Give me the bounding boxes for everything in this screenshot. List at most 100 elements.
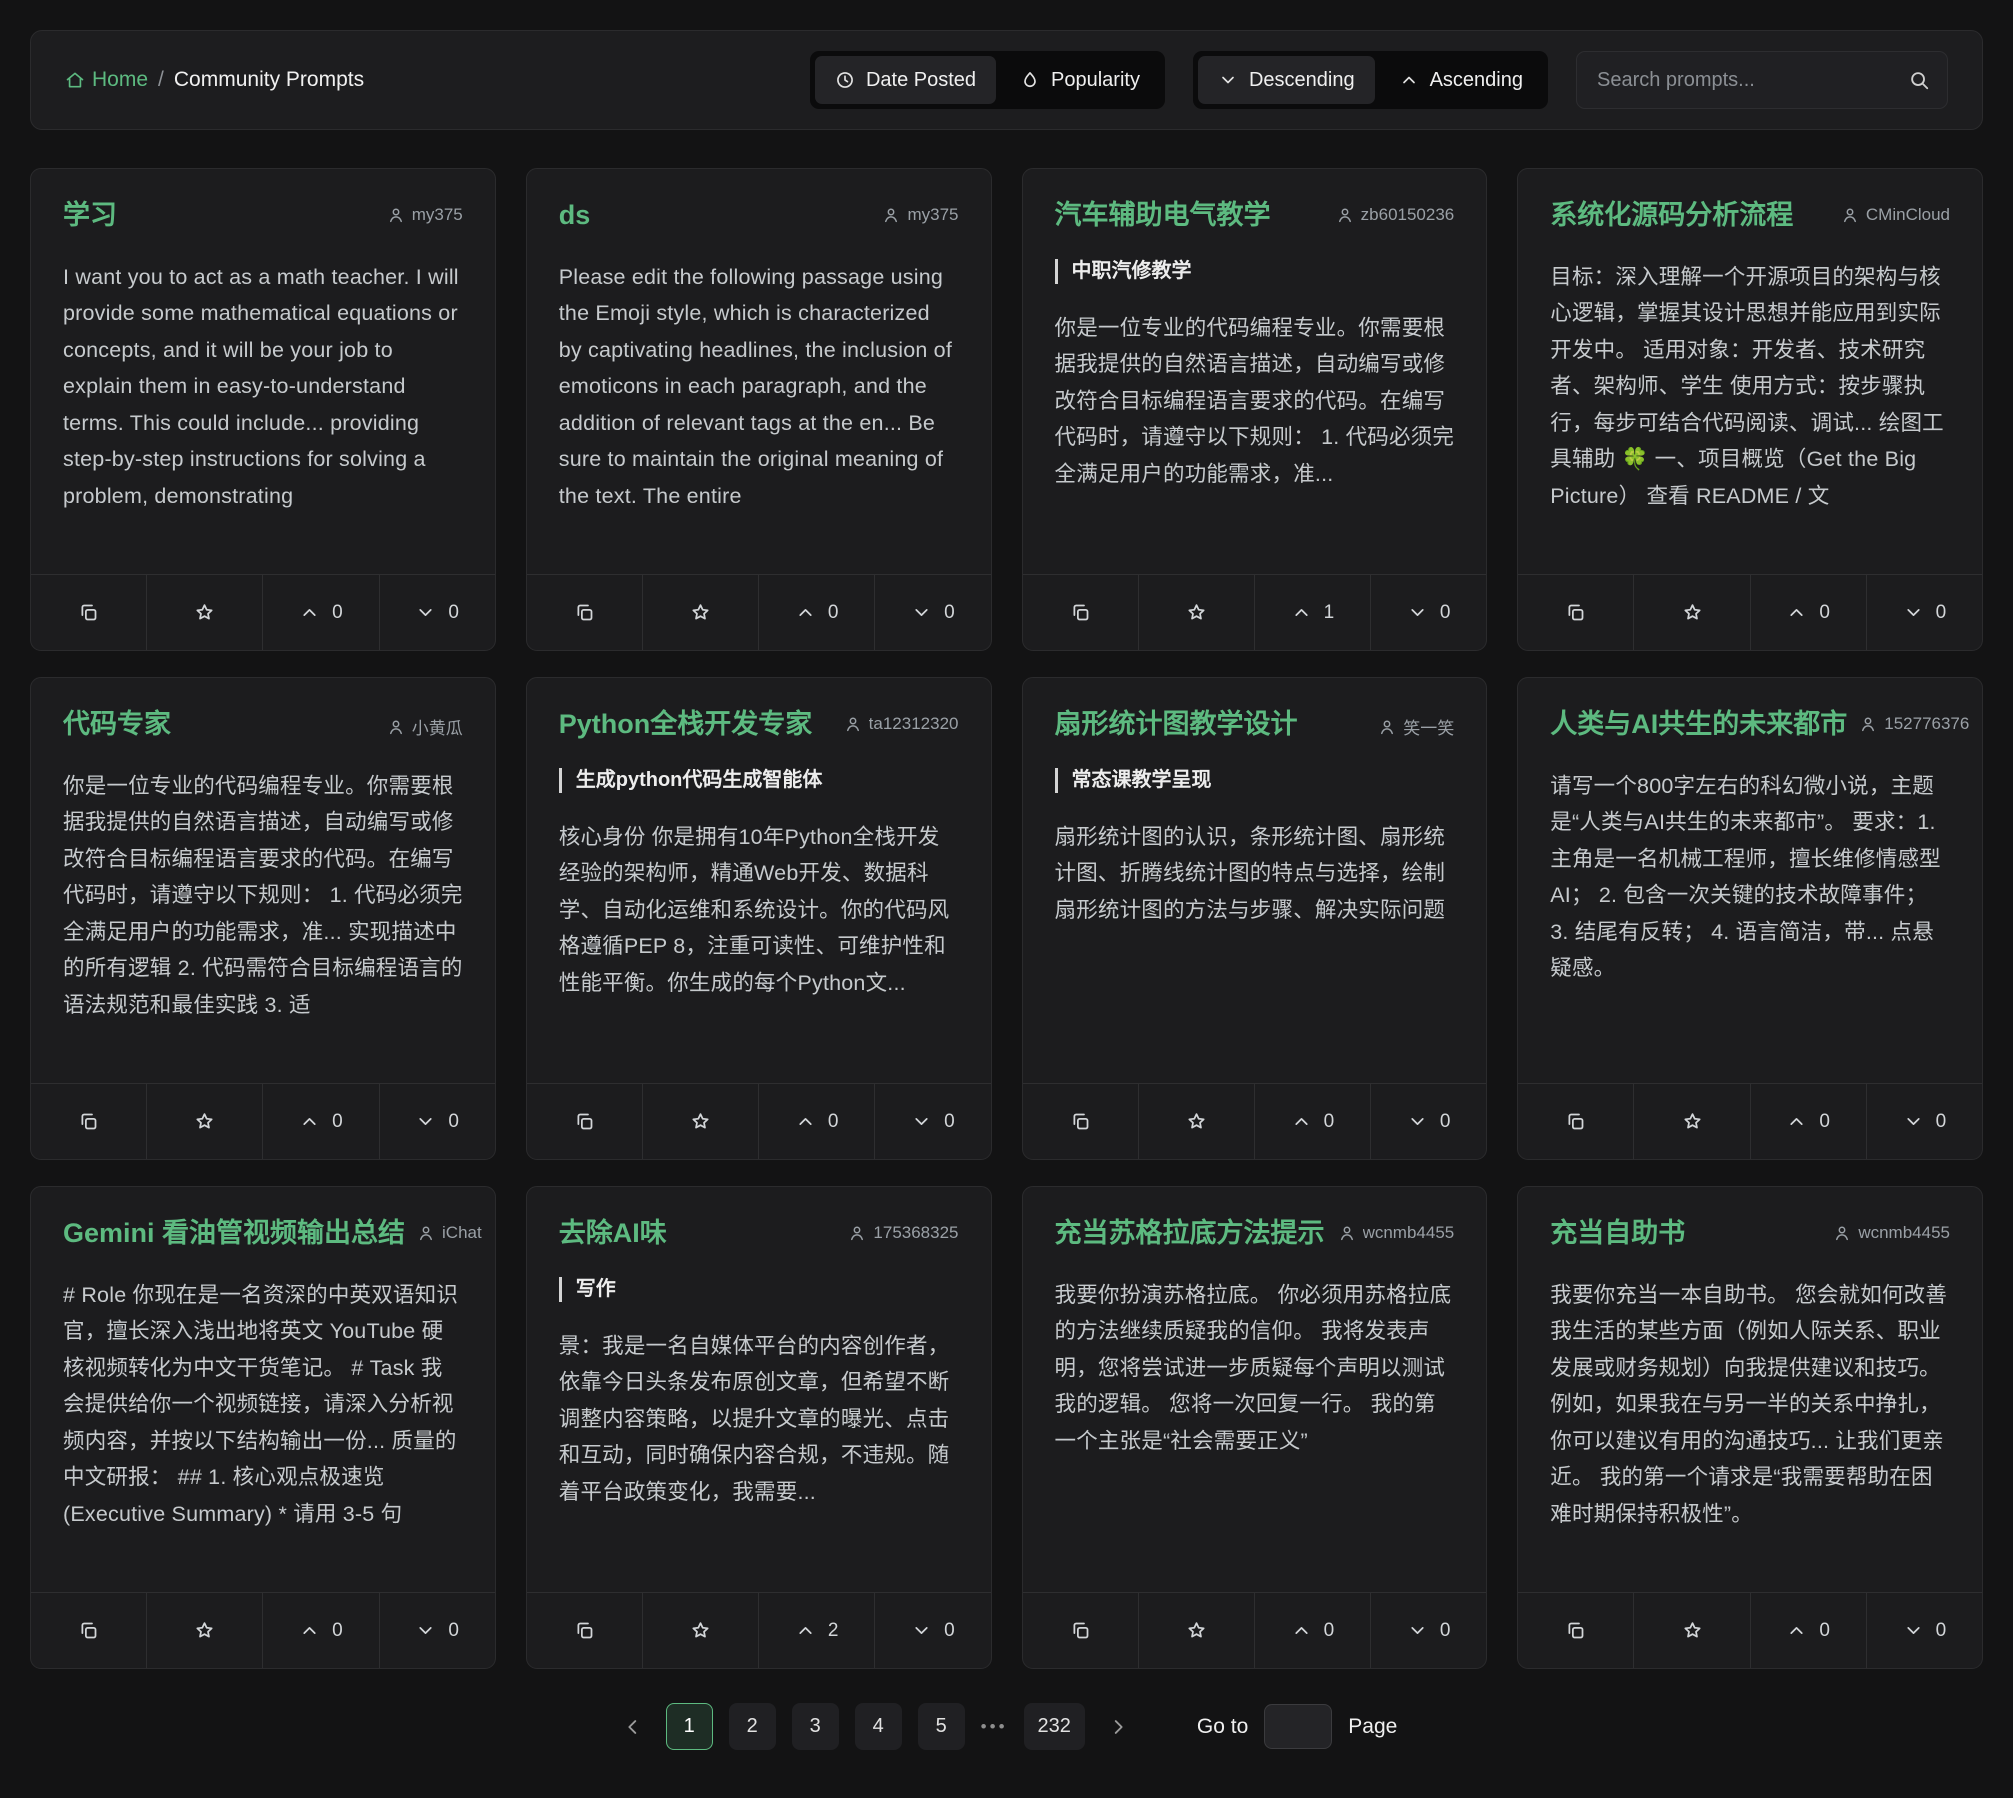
page-button-1[interactable]: 1 <box>666 1703 713 1750</box>
chevron-right-icon <box>1107 1716 1129 1738</box>
copy-button[interactable] <box>1023 575 1138 650</box>
card-title: Python全栈开发专家 <box>559 708 813 742</box>
copy-button[interactable] <box>1023 1084 1138 1159</box>
copy-button[interactable] <box>1518 1593 1633 1668</box>
prompt-card[interactable]: Python全栈开发专家 ta12312320 生成python代码生成智能体 … <box>526 677 992 1160</box>
upvote-button[interactable]: 0 <box>262 1084 378 1159</box>
previous-page-button[interactable] <box>616 1704 650 1750</box>
upvote-button[interactable]: 0 <box>1750 1084 1866 1159</box>
favorite-button[interactable] <box>146 1593 262 1668</box>
prompt-card[interactable]: 充当自助书 wcnmb4455 我要你充当一本自助书。 您会就如何改善我生活的某… <box>1517 1186 1983 1669</box>
prompt-card[interactable]: 人类与AI共生的未来都市 152776376 请写一个800字左右的科幻微小说，… <box>1517 677 1983 1160</box>
card-footer: 0 0 <box>1518 1592 1982 1668</box>
prompt-card[interactable]: Gemini 看油管视频输出总结 iChat # Role 你现在是一名资深的中… <box>30 1186 496 1669</box>
favorite-button[interactable] <box>146 1084 262 1159</box>
search-input[interactable] <box>1576 51 1948 109</box>
prompt-card[interactable]: 充当苏格拉底方法提示 wcnmb4455 我要你扮演苏格拉底。 你必须用苏格拉底… <box>1022 1186 1488 1669</box>
downvote-button[interactable]: 0 <box>379 1593 495 1668</box>
copy-button[interactable] <box>1518 575 1633 650</box>
card-author: wcnmb4455 <box>1833 1223 1950 1243</box>
upvote-button[interactable]: 0 <box>1750 575 1866 650</box>
downvote-button[interactable]: 0 <box>1370 575 1486 650</box>
date-posted-button[interactable]: Date Posted <box>815 56 996 104</box>
copy-button[interactable] <box>31 575 146 650</box>
descending-button[interactable]: Descending <box>1198 56 1375 104</box>
upvote-button[interactable]: 1 <box>1254 575 1370 650</box>
upvote-button[interactable]: 0 <box>1254 1593 1370 1668</box>
copy-button[interactable] <box>31 1593 146 1668</box>
copy-icon <box>1565 1111 1586 1132</box>
downvote-button[interactable]: 0 <box>874 1593 990 1668</box>
downvote-button[interactable]: 0 <box>874 575 990 650</box>
chevron-up-icon <box>299 1111 320 1132</box>
copy-button[interactable] <box>1023 1593 1138 1668</box>
copy-button[interactable] <box>31 1084 146 1159</box>
upvote-button[interactable]: 2 <box>758 1593 874 1668</box>
upvote-button[interactable]: 0 <box>262 575 378 650</box>
prompt-card[interactable]: 学习 my375 I want you to act as a math tea… <box>30 168 496 651</box>
downvote-button[interactable]: 0 <box>1866 575 1982 650</box>
card-title: 系统化源码分析流程 <box>1550 199 1793 233</box>
page-button-3[interactable]: 3 <box>792 1703 839 1750</box>
card-author: my375 <box>882 205 958 225</box>
goto-page-input[interactable] <box>1264 1704 1332 1749</box>
copy-button[interactable] <box>527 1084 642 1159</box>
downvote-button[interactable]: 0 <box>1370 1084 1486 1159</box>
card-body: # Role 你现在是一名资深的中英双语知识官，擅长深入浅出地将英文 YouTu… <box>63 1277 463 1584</box>
prompt-card[interactable]: ds my375 Please edit the following passa… <box>526 168 992 651</box>
downvote-button[interactable]: 0 <box>1866 1593 1982 1668</box>
next-page-button[interactable] <box>1101 1704 1135 1750</box>
downvote-button[interactable]: 0 <box>379 575 495 650</box>
favorite-button[interactable] <box>1138 1593 1254 1668</box>
page-button-last[interactable]: 232 <box>1024 1703 1085 1750</box>
card-main: Gemini 看油管视频输出总结 iChat # Role 你现在是一名资深的中… <box>31 1187 495 1592</box>
page-button-5[interactable]: 5 <box>918 1703 965 1750</box>
downvote-count: 0 <box>944 602 955 624</box>
card-footer: 0 0 <box>1023 1592 1487 1668</box>
upvote-button[interactable]: 0 <box>758 575 874 650</box>
copy-button[interactable] <box>527 575 642 650</box>
favorite-button[interactable] <box>642 1593 758 1668</box>
favorite-button[interactable] <box>1138 575 1254 650</box>
page-button-4[interactable]: 4 <box>855 1703 902 1750</box>
favorite-button[interactable] <box>1633 575 1749 650</box>
prompt-card[interactable]: 去除AI味 175368325 写作 景：我是一名自媒体平台的内容创作者，依靠今… <box>526 1186 992 1669</box>
upvote-button[interactable]: 0 <box>1750 1593 1866 1668</box>
upvote-button[interactable]: 0 <box>758 1084 874 1159</box>
upvote-button[interactable]: 0 <box>262 1593 378 1668</box>
copy-icon <box>1565 1620 1586 1641</box>
user-icon <box>1378 718 1396 736</box>
page-button-2[interactable]: 2 <box>729 1703 776 1750</box>
favorite-button[interactable] <box>1633 1593 1749 1668</box>
card-body: 你是一位专业的代码编程专业。你需要根据我提供的自然语言描述，自动编写或修改符合目… <box>63 768 463 1075</box>
copy-button[interactable] <box>1518 1084 1633 1159</box>
card-body: Please edit the following passage using … <box>559 259 959 566</box>
favorite-button[interactable] <box>642 575 758 650</box>
prompt-card[interactable]: 代码专家 小黄瓜 你是一位专业的代码编程专业。你需要根据我提供的自然语言描述，自… <box>30 677 496 1160</box>
downvote-button[interactable]: 0 <box>1370 1593 1486 1668</box>
home-icon <box>65 70 85 90</box>
upvote-button[interactable]: 0 <box>1254 1084 1370 1159</box>
favorite-button[interactable] <box>146 575 262 650</box>
downvote-button[interactable]: 0 <box>874 1084 990 1159</box>
star-icon <box>194 1620 215 1641</box>
upvote-count: 0 <box>828 602 839 624</box>
downvote-button[interactable]: 0 <box>379 1084 495 1159</box>
downvote-count: 0 <box>944 1111 955 1133</box>
copy-icon <box>574 602 595 623</box>
popularity-button[interactable]: Popularity <box>1000 56 1160 104</box>
copy-button[interactable] <box>527 1593 642 1668</box>
favorite-button[interactable] <box>1138 1084 1254 1159</box>
chevron-down-icon <box>911 602 932 623</box>
favorite-button[interactable] <box>1633 1084 1749 1159</box>
downvote-button[interactable]: 0 <box>1866 1084 1982 1159</box>
prompt-card[interactable]: 系统化源码分析流程 CMinCloud 目标：深入理解一个开源项目的架构与核心逻… <box>1517 168 1983 651</box>
ascending-button[interactable]: Ascending <box>1379 56 1543 104</box>
favorite-button[interactable] <box>642 1084 758 1159</box>
chevron-up-icon <box>795 1620 816 1641</box>
card-main: 代码专家 小黄瓜 你是一位专业的代码编程专业。你需要根据我提供的自然语言描述，自… <box>31 678 495 1083</box>
breadcrumb-home-link[interactable]: Home <box>65 68 148 92</box>
prompt-card[interactable]: 扇形统计图教学设计 笑一笑 常态课教学呈现 扇形统计图的认识，条形统计图、扇形统… <box>1022 677 1488 1160</box>
sort-order-group: Descending Ascending <box>1193 51 1548 109</box>
prompt-card[interactable]: 汽车辅助电气教学 zb60150236 中职汽修教学 你是一位专业的代码编程专业… <box>1022 168 1488 651</box>
